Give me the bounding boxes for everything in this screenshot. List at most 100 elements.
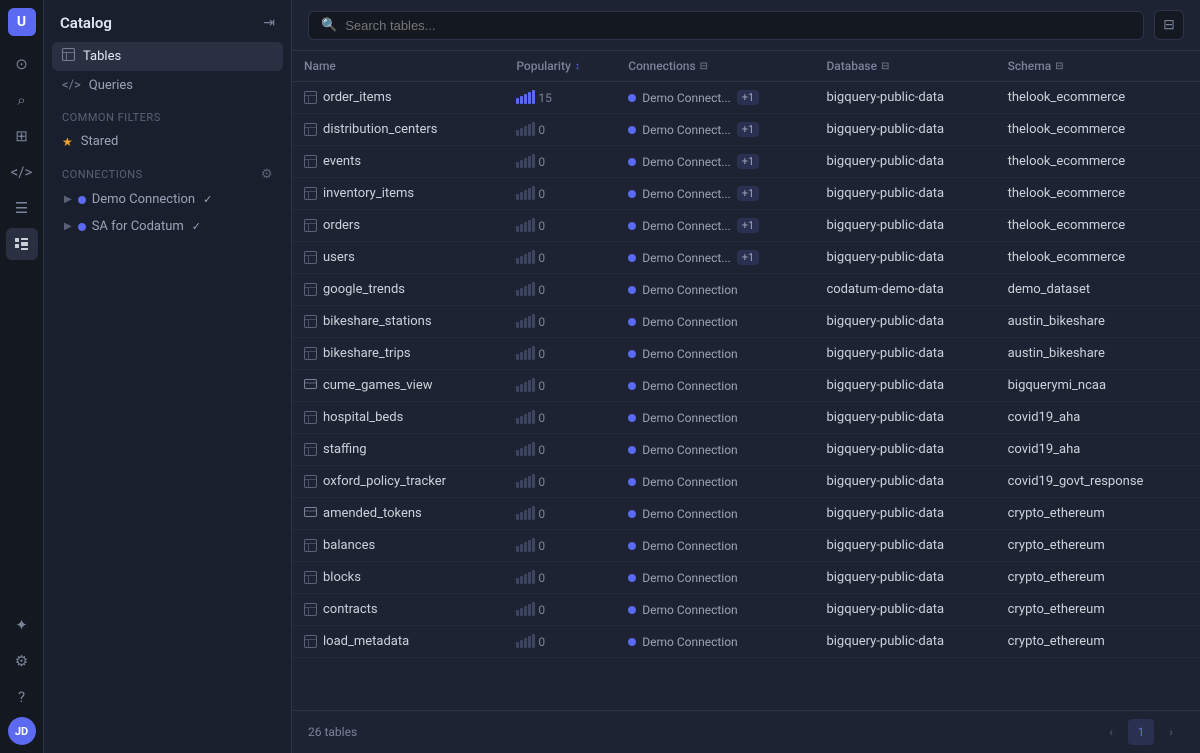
table-row[interactable]: distribution_centers0Demo Connect...+1bi… <box>292 114 1200 146</box>
table-row[interactable]: orders0Demo Connect...+1bigquery-public-… <box>292 210 1200 242</box>
conn-dot <box>628 126 636 134</box>
sidebar-item-queries[interactable]: </> Queries <box>52 72 283 99</box>
table-footer: 26 tables ‹ 1 › <box>292 710 1200 753</box>
bar-3 <box>524 414 527 424</box>
table-row[interactable]: bikeshare_trips0Demo Connectionbigquery-… <box>292 338 1200 370</box>
cell-name: cume_games_view <box>292 370 504 402</box>
conn-dot <box>628 190 636 198</box>
plus-badge: +1 <box>737 90 759 105</box>
filter-icon-database: ⊟ <box>881 61 889 72</box>
home-icon[interactable]: ⊙ <box>6 48 38 80</box>
col-name[interactable]: Name <box>292 51 504 82</box>
table-row[interactable]: amended_tokens0Demo Connectionbigquery-p… <box>292 498 1200 530</box>
table-row[interactable]: users0Demo Connect...+1bigquery-public-d… <box>292 242 1200 274</box>
common-filters-label: Common filters <box>62 111 161 124</box>
sidebar-collapse-button[interactable]: ⇥ <box>263 15 275 31</box>
connections-section: Connections ⚙ <box>44 155 291 186</box>
cell-connection: Demo Connect...+1 <box>616 242 814 274</box>
help-icon[interactable]: ? <box>6 681 38 713</box>
queries-label: Queries <box>89 78 133 93</box>
sidebar-item-tables[interactable]: Tables <box>52 42 283 71</box>
avatar[interactable]: JD <box>8 717 36 745</box>
table-row[interactable]: google_trends0Demo Connectioncodatum-dem… <box>292 274 1200 306</box>
cell-connection: Demo Connection <box>616 498 814 530</box>
table-row[interactable]: load_metadata0Demo Connectionbigquery-pu… <box>292 626 1200 658</box>
cell-schema: crypto_ethereum <box>996 562 1200 594</box>
col-connections[interactable]: Connections ⊟ <box>616 51 814 82</box>
table-row[interactable]: blocks0Demo Connectionbigquery-public-da… <box>292 562 1200 594</box>
ai-icon[interactable]: ✦ <box>6 609 38 641</box>
connection-dot <box>78 196 86 204</box>
table-row[interactable]: order_items15Demo Connect...+1bigquery-p… <box>292 82 1200 114</box>
conn-dot <box>628 478 636 486</box>
cell-connection: Demo Connection <box>616 434 814 466</box>
cell-schema: thelook_ecommerce <box>996 146 1200 178</box>
popularity-count: 0 <box>538 379 545 393</box>
bar-2 <box>520 480 523 488</box>
conn-dot <box>628 254 636 262</box>
cell-connection: Demo Connection <box>616 274 814 306</box>
col-database[interactable]: Database ⊟ <box>814 51 995 82</box>
conn-dot <box>628 414 636 422</box>
page-1-button[interactable]: 1 <box>1128 719 1154 745</box>
popularity-count: 0 <box>538 411 545 425</box>
table-row[interactable]: cume_games_view0Demo Connectionbigquery-… <box>292 370 1200 402</box>
code-icon[interactable]: </> <box>6 156 38 188</box>
connection-name: Demo Connect... <box>642 155 731 169</box>
bar-4 <box>528 284 531 296</box>
filter-button[interactable]: ⊟ <box>1154 10 1184 40</box>
check-icon: ✓ <box>203 193 212 206</box>
cell-popularity: 0 <box>504 146 616 178</box>
cell-database: bigquery-public-data <box>814 210 995 242</box>
total-count: 26 tables <box>308 725 357 739</box>
col-popularity[interactable]: Popularity ↕ <box>504 51 616 82</box>
search-input[interactable] <box>345 18 1131 33</box>
connection-name: Demo Connection <box>642 347 737 361</box>
bar-1 <box>516 450 519 456</box>
sidebar-item-stared[interactable]: ★ Stared <box>52 128 283 155</box>
bar-1 <box>516 194 519 200</box>
cell-name: staffing <box>292 434 504 466</box>
catalog-icon[interactable] <box>6 228 38 260</box>
cell-popularity: 0 <box>504 402 616 434</box>
bar-1 <box>516 322 519 328</box>
cell-connection: Demo Connection <box>616 338 814 370</box>
connection-dot-2 <box>78 223 86 231</box>
prev-page-button[interactable]: ‹ <box>1098 719 1124 745</box>
bar-1 <box>516 290 519 296</box>
connection-name: Demo Connection <box>642 283 737 297</box>
connection-item-sa[interactable]: ▶ SA for Codatum ✓ <box>52 213 283 240</box>
connection-name: Demo Connection <box>642 475 737 489</box>
table-row[interactable]: hospital_beds0Demo Connectionbigquery-pu… <box>292 402 1200 434</box>
cell-connection: Demo Connect...+1 <box>616 210 814 242</box>
name-text: balances <box>323 538 375 553</box>
col-schema[interactable]: Schema ⊟ <box>996 51 1200 82</box>
bar-5 <box>532 282 535 296</box>
cell-schema: thelook_ecommerce <box>996 82 1200 114</box>
table-row[interactable]: staffing0Demo Connectionbigquery-public-… <box>292 434 1200 466</box>
cell-name: contracts <box>292 594 504 626</box>
bar-3 <box>524 542 527 552</box>
bar-3 <box>524 94 527 104</box>
next-page-button[interactable]: › <box>1158 719 1184 745</box>
search-icon[interactable]: ⌕ <box>6 84 38 116</box>
popularity-count: 0 <box>538 155 545 169</box>
conn-dot <box>628 222 636 230</box>
table-row[interactable]: bikeshare_stations0Demo Connectionbigque… <box>292 306 1200 338</box>
explore-icon[interactable]: ⊞ <box>6 120 38 152</box>
connection-name: Demo Connect... <box>642 187 731 201</box>
settings-icon[interactable]: ⚙ <box>6 645 38 677</box>
cell-database: bigquery-public-data <box>814 178 995 210</box>
connection-item-demo[interactable]: ▶ Demo Connection ✓ <box>52 186 283 213</box>
table-row[interactable]: oxford_policy_tracker0Demo Connectionbig… <box>292 466 1200 498</box>
connections-gear-icon[interactable]: ⚙ <box>261 167 273 182</box>
table-row[interactable]: events0Demo Connect...+1bigquery-public-… <box>292 146 1200 178</box>
cell-name: balances <box>292 530 504 562</box>
table-row[interactable]: inventory_items0Demo Connect...+1bigquer… <box>292 178 1200 210</box>
docs-icon[interactable]: ☰ <box>6 192 38 224</box>
bar-5 <box>532 634 535 648</box>
bar-4 <box>528 476 531 488</box>
table-row[interactable]: contracts0Demo Connectionbigquery-public… <box>292 594 1200 626</box>
table-row[interactable]: balances0Demo Connectionbigquery-public-… <box>292 530 1200 562</box>
cell-database: bigquery-public-data <box>814 146 995 178</box>
